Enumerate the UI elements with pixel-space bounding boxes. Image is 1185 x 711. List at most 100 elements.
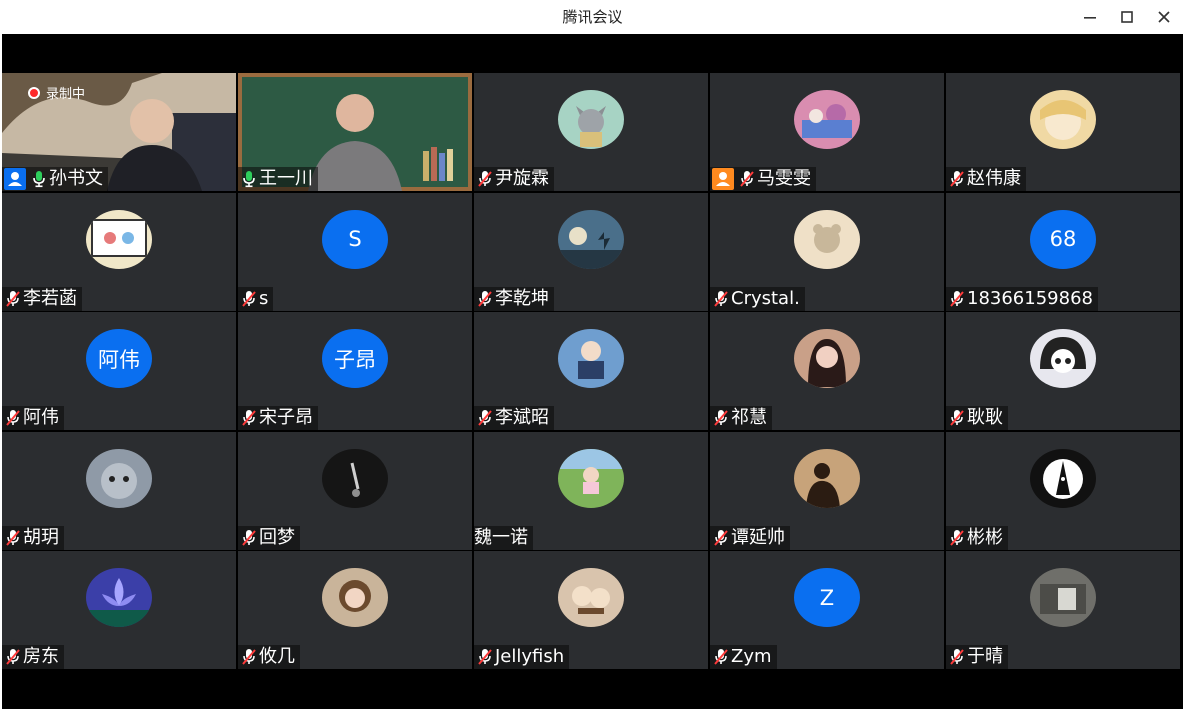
participant-namebar: s <box>238 286 274 311</box>
minimize-button[interactable] <box>1078 5 1102 29</box>
participant-tile[interactable]: Z Zym <box>710 551 944 669</box>
dark-avatar-icon <box>322 448 388 508</box>
participant-namebar: Crystal. <box>710 286 805 311</box>
participant-grid: 录制中 孙书文 王一川 尹旋霖 马雯雯 赵伟康 李若菡 Ss 李乾坤 Crystal. 68 1836… <box>2 73 1181 669</box>
penguin-avatar-icon <box>1030 448 1096 508</box>
mic-muted-icon <box>242 649 256 665</box>
participant-mic <box>476 289 494 309</box>
participant-mic <box>4 289 22 309</box>
participant-tile[interactable]: 胡玥 <box>2 431 236 550</box>
host-badge <box>2 167 28 191</box>
participant-badge-icon <box>712 168 734 190</box>
participant-name: 18366159868 <box>967 287 1093 309</box>
participant-tile[interactable]: 赵伟康 <box>946 73 1180 191</box>
participant-avatar <box>1030 90 1096 149</box>
participant-mic <box>712 528 730 548</box>
participant-name: 祁慧 <box>731 407 767 428</box>
participant-name: 攸几 <box>259 646 295 667</box>
mic-muted-icon <box>950 290 964 307</box>
participant-name: 胡玥 <box>23 526 59 548</box>
participant-tile[interactable]: 耿耿 <box>946 312 1180 430</box>
participant-namebar: 赵伟康 <box>946 167 1026 191</box>
participant-tile[interactable]: 李斌昭 <box>474 312 708 430</box>
participant-tile[interactable]: 子昂 宋子昂 <box>238 312 472 430</box>
participant-tile[interactable]: 李若菡 <box>2 192 236 311</box>
maximize-button[interactable] <box>1115 5 1139 29</box>
mic-muted-icon <box>478 410 492 426</box>
mic-muted-icon <box>950 529 964 546</box>
participant-tile[interactable]: Ss <box>238 192 472 311</box>
mic-muted-icon <box>714 290 728 307</box>
participant-mic <box>240 169 258 189</box>
participant-tile[interactable]: 李乾坤 <box>474 192 708 311</box>
participant-namebar: 18366159868 <box>946 286 1098 311</box>
participant-namebar: 祁慧 <box>710 406 772 430</box>
mic-muted-icon <box>6 410 20 426</box>
recording-label: 录制中 <box>46 87 86 102</box>
participant-tile[interactable]: 尹旋霖 <box>474 73 708 191</box>
participant-avatar <box>558 448 624 508</box>
participant-name: s <box>259 287 269 309</box>
participant-avatar <box>558 329 624 388</box>
participant-tile[interactable]: 阿伟 阿伟 <box>2 312 236 430</box>
participant-namebar: 尹旋霖 <box>474 167 554 191</box>
participant-mic <box>4 408 22 428</box>
participant-mic <box>4 528 22 548</box>
close-icon <box>1158 11 1170 23</box>
participant-mic <box>476 169 494 189</box>
participant-avatar <box>322 568 388 627</box>
bear-avatar-icon <box>794 209 860 269</box>
mic-muted-icon <box>478 171 492 187</box>
minimize-icon <box>1084 17 1096 19</box>
moon-avatar-icon <box>558 209 624 269</box>
participant-tile[interactable]: 攸几 <box>238 551 472 669</box>
participant-name: 尹旋霖 <box>495 168 549 189</box>
mic-muted-icon <box>950 649 964 665</box>
participant-tile[interactable]: 魏一诺 <box>474 431 708 550</box>
participant-name: 马雯雯 <box>757 168 811 189</box>
title-bar[interactable]: 腾讯会议 <box>0 0 1185 34</box>
mic-muted-icon <box>714 410 728 426</box>
participant-name: 王一川 <box>259 168 313 189</box>
participant-tile[interactable]: 68 18366159868 <box>946 192 1180 311</box>
participant-name: 回梦 <box>259 526 295 548</box>
participant-tile[interactable]: 祁慧 <box>710 312 944 430</box>
participant-name: 李斌昭 <box>495 407 549 428</box>
participant-tile[interactable]: 房东 <box>2 551 236 669</box>
participant-avatar <box>558 209 624 269</box>
participant-namebar: 回梦 <box>238 525 300 550</box>
participant-tile[interactable]: 马雯雯 <box>710 73 944 191</box>
participant-mic <box>240 408 258 428</box>
participant-namebar: 谭延帅 <box>710 525 790 550</box>
participant-namebar: 攸几 <box>238 645 300 669</box>
participant-mic <box>240 528 258 548</box>
participant-tile[interactable]: 回梦 <box>238 431 472 550</box>
close-button[interactable] <box>1152 5 1176 29</box>
mic-muted-icon <box>478 649 492 665</box>
recording-dot-icon <box>28 86 40 99</box>
participant-mic <box>948 289 966 309</box>
participant-avatar: S <box>322 209 388 269</box>
participant-name: 耿耿 <box>967 407 1003 428</box>
participant-avatar <box>794 209 860 269</box>
cartoon-avatar-icon <box>86 209 152 269</box>
participant-tile[interactable]: 于晴 <box>946 551 1180 669</box>
lotus-avatar-icon <box>86 568 152 627</box>
participant-tile[interactable]: Jellyfish <box>474 551 708 669</box>
participant-tile[interactable]: Crystal. <box>710 192 944 311</box>
cat-avatar-icon <box>558 90 624 149</box>
anime-boy-avatar-icon <box>558 329 624 388</box>
participant-namebar: 阿伟 <box>2 406 64 430</box>
field-avatar-icon <box>558 448 624 508</box>
participant-tile[interactable]: 录制中 孙书文 <box>2 73 236 191</box>
participant-avatar <box>1030 329 1096 388</box>
participant-tile[interactable]: 谭延帅 <box>710 431 944 550</box>
mic-muted-icon <box>740 171 754 187</box>
participant-tile[interactable]: 彬彬 <box>946 431 1180 550</box>
photo-avatar-icon <box>794 90 860 149</box>
mic-muted-icon <box>714 649 728 665</box>
kitten-avatar-icon <box>86 448 152 508</box>
participant-tile[interactable]: 王一川 <box>238 73 472 191</box>
mic-muted-icon <box>242 529 256 546</box>
mic-muted-icon <box>714 529 728 546</box>
